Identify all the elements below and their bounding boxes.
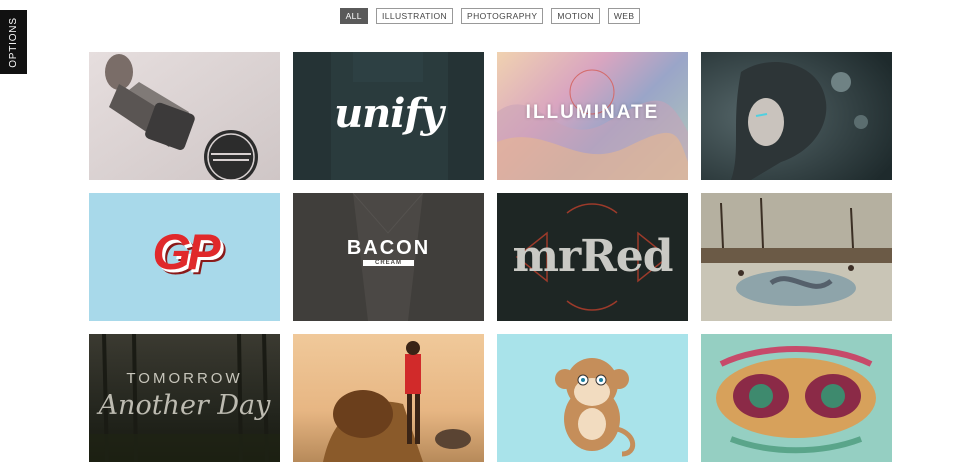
bacon-logo-text: BACON [346, 237, 431, 259]
boy-lion-image [293, 334, 484, 462]
portfolio-item-mrred[interactable]: mrRed [497, 193, 688, 321]
portfolio-item-abstract-face[interactable] [701, 334, 892, 462]
illuminate-title-text: ILLUMINATE [525, 102, 660, 123]
mrred-title-text: mrRed [512, 231, 673, 282]
portfolio-item-boy-lion[interactable] [293, 334, 484, 462]
gp-logo-text: GP [152, 224, 220, 280]
abstract-face-image [701, 334, 892, 462]
filter-all[interactable]: ALL [339, 8, 368, 24]
stamp-photo-image [89, 52, 280, 180]
portfolio-item-winter-village[interactable] [701, 193, 892, 321]
tomorrow-title-text: TOMORROW [126, 370, 243, 387]
unify-logo-text: unify [334, 90, 444, 137]
winter-village-image [701, 193, 892, 321]
portfolio-item-illuminate[interactable]: ILLUMINATE [497, 52, 688, 180]
portfolio-item-unify[interactable]: unify [293, 52, 484, 180]
filter-photography[interactable]: PHOTOGRAPHY [461, 8, 544, 24]
portfolio-item-helmet-woman[interactable] [701, 52, 892, 180]
helmet-woman-image [701, 52, 892, 180]
portfolio-item-bacon-cream[interactable]: BACON CREAM [293, 193, 484, 321]
portfolio-grid: unify ILLUMINATE GP BACON CREAM mrRed TO… [89, 52, 894, 462]
portfolio-filter-bar: ALL ILLUSTRATION PHOTOGRAPHY MOTION WEB [0, 8, 980, 24]
portfolio-item-monkey[interactable] [497, 334, 688, 462]
portfolio-item-gp[interactable]: GP [89, 193, 280, 321]
portfolio-item-stamp[interactable] [89, 52, 280, 180]
filter-motion[interactable]: MOTION [551, 8, 600, 24]
filter-web[interactable]: WEB [607, 8, 641, 24]
monkey-character-image [497, 334, 688, 462]
filter-illustration[interactable]: ILLUSTRATION [375, 8, 454, 24]
another-day-script-text: Another Day [98, 390, 271, 421]
options-label: OPTIONS [8, 16, 20, 68]
cream-logo-text: CREAM [363, 260, 414, 266]
portfolio-item-tomorrow[interactable]: TOMORROW Another Day [89, 334, 280, 462]
